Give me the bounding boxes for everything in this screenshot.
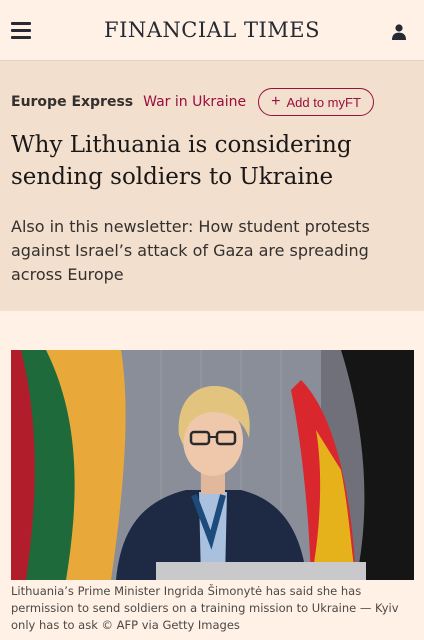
masthead-logo[interactable]: FINANCIAL TIMES — [0, 18, 424, 42]
add-to-myft-button[interactable]: + Add to myFT — [258, 88, 374, 116]
topic-link[interactable]: War in Ukraine — [143, 94, 246, 110]
photo-illustration — [11, 350, 414, 580]
article-photo — [11, 350, 414, 580]
article-standfirst: Also in this newsletter: How student pro… — [11, 217, 370, 284]
photo-caption: Lithuania’s Prime Minister Ingrida Šimon… — [11, 584, 399, 632]
newsletter-link[interactable]: Europe Express — [11, 94, 133, 110]
article-tags: Europe Express War in Ukraine + Add to m… — [11, 88, 374, 116]
top-bar: FINANCIAL TIMES — [0, 0, 424, 61]
article-headline: Why Lithuania is considering sending sol… — [11, 132, 352, 190]
user-account-icon[interactable] — [392, 24, 406, 40]
plus-icon: + — [271, 93, 281, 110]
add-to-myft-label: Add to myFT — [286, 94, 361, 110]
